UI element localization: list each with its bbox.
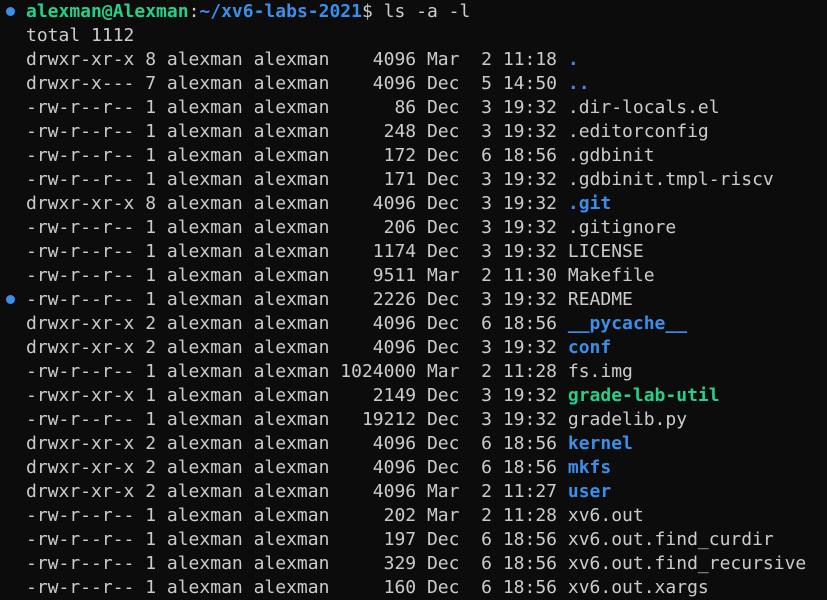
listing-row: drwxr-xr-x 2 alexman alexman 4096 Dec 6 … bbox=[26, 456, 611, 480]
entry-name: LICENSE bbox=[567, 241, 644, 262]
entry-name: user bbox=[567, 481, 612, 502]
prompt-user-host: alexman@Alexman bbox=[26, 1, 189, 22]
entry-name: .gdbinit.tmpl-riscv bbox=[567, 169, 774, 190]
entry-meta: -rw-r--r-- 1 alexman alexman 19212 Dec 3… bbox=[26, 409, 568, 430]
listing-row: -rw-r--r-- 1 alexman alexman 19212 Dec 3… bbox=[26, 408, 687, 432]
entry-name: kernel bbox=[567, 433, 633, 454]
listing-row: -rw-r--r-- 1 alexman alexman 1174 Dec 3 … bbox=[26, 240, 644, 264]
entry-name: .dir-locals.el bbox=[567, 97, 720, 118]
entry-meta: drwxr-x--- 7 alexman alexman 4096 Dec 5 … bbox=[26, 73, 568, 94]
listing-row: -rw-r--r-- 1 alexman alexman 160 Dec 6 1… bbox=[26, 576, 709, 600]
listing-row: -rw-r--r-- 1 alexman alexman 197 Dec 6 1… bbox=[26, 528, 774, 552]
entry-name: . bbox=[567, 49, 579, 70]
entry-name: xv6.out bbox=[567, 505, 644, 526]
entry-meta: -rw-r--r-- 1 alexman alexman 160 Dec 6 1… bbox=[26, 577, 568, 598]
entry-meta: drwxr-xr-x 2 alexman alexman 4096 Dec 6 … bbox=[26, 433, 568, 454]
entry-name: .editorconfig bbox=[567, 121, 709, 142]
entry-meta: -rw-r--r-- 1 alexman alexman 197 Dec 6 1… bbox=[26, 529, 568, 550]
entry-meta: -rw-r--r-- 1 alexman alexman 1024000 Mar… bbox=[26, 361, 568, 382]
command-marker-icon[interactable] bbox=[6, 295, 15, 304]
entry-meta: -rwxr-xr-x 1 alexman alexman 2149 Dec 3 … bbox=[26, 385, 568, 406]
entry-meta: -rw-r--r-- 1 alexman alexman 86 Dec 3 19… bbox=[26, 97, 568, 118]
prompt-line: alexman@Alexman:~/xv6-labs-2021$ ls -a -… bbox=[26, 0, 470, 24]
entry-name: README bbox=[567, 289, 633, 310]
total-line: total 1112 bbox=[26, 25, 135, 46]
listing-row: drwxr-xr-x 2 alexman alexman 4096 Dec 6 … bbox=[26, 312, 687, 336]
prompt-path: ~/xv6-labs-2021 bbox=[199, 1, 362, 22]
entry-name: mkfs bbox=[567, 457, 612, 478]
listing-row: -rwxr-xr-x 1 alexman alexman 2149 Dec 3 … bbox=[26, 384, 720, 408]
command-text: ls -a -l bbox=[383, 1, 471, 22]
listing-row: -rw-r--r-- 1 alexman alexman 1024000 Mar… bbox=[26, 360, 633, 384]
listing-row: -rw-r--r-- 1 alexman alexman 86 Dec 3 19… bbox=[26, 96, 720, 120]
prompt-symbol: $ bbox=[361, 1, 384, 22]
entry-meta: -rw-r--r-- 1 alexman alexman 171 Dec 3 1… bbox=[26, 169, 568, 190]
entry-name: .git bbox=[567, 193, 612, 214]
entry-name: .. bbox=[567, 73, 590, 94]
listing-row: drwxr-x--- 7 alexman alexman 4096 Dec 5 … bbox=[26, 72, 590, 96]
entry-name: grade-lab-util bbox=[567, 385, 720, 406]
entry-name: conf bbox=[567, 337, 612, 358]
entry-meta: -rw-r--r-- 1 alexman alexman 172 Dec 6 1… bbox=[26, 145, 568, 166]
entry-name: xv6.out.find_curdir bbox=[567, 529, 774, 550]
entry-meta: -rw-r--r-- 1 alexman alexman 9511 Mar 2 … bbox=[26, 265, 568, 286]
listing-row: -rw-r--r-- 1 alexman alexman 329 Dec 6 1… bbox=[26, 552, 806, 576]
listing-row: drwxr-xr-x 2 alexman alexman 4096 Dec 6 … bbox=[26, 432, 633, 456]
entry-name: Makefile bbox=[567, 265, 655, 286]
listing-row: -rw-r--r-- 1 alexman alexman 9511 Mar 2 … bbox=[26, 264, 655, 288]
entry-name: xv6.out.find_recursive bbox=[567, 553, 807, 574]
entry-meta: -rw-r--r-- 1 alexman alexman 248 Dec 3 1… bbox=[26, 121, 568, 142]
entry-meta: -rw-r--r-- 1 alexman alexman 329 Dec 6 1… bbox=[26, 553, 568, 574]
entry-name: gradelib.py bbox=[567, 409, 688, 430]
entry-name: xv6.out.xargs bbox=[567, 577, 709, 598]
entry-meta: drwxr-xr-x 8 alexman alexman 4096 Mar 2 … bbox=[26, 49, 568, 70]
listing-row: -rw-r--r-- 1 alexman alexman 172 Dec 6 1… bbox=[26, 144, 655, 168]
entry-meta: drwxr-xr-x 2 alexman alexman 4096 Mar 2 … bbox=[26, 481, 568, 502]
entry-name: .gitignore bbox=[567, 217, 677, 238]
entry-meta: -rw-r--r-- 1 alexman alexman 202 Mar 2 1… bbox=[26, 505, 568, 526]
prompt-colon: : bbox=[188, 1, 200, 22]
entry-meta: -rw-r--r-- 1 alexman alexman 1174 Dec 3 … bbox=[26, 241, 568, 262]
listing-row: -rw-r--r-- 1 alexman alexman 171 Dec 3 1… bbox=[26, 168, 774, 192]
listing-row: drwxr-xr-x 2 alexman alexman 4096 Dec 3 … bbox=[26, 336, 611, 360]
entry-meta: drwxr-xr-x 2 alexman alexman 4096 Dec 6 … bbox=[26, 313, 568, 334]
entry-meta: -rw-r--r-- 1 alexman alexman 2226 Dec 3 … bbox=[26, 289, 568, 310]
command-marker-icon[interactable] bbox=[6, 7, 15, 16]
listing-row: drwxr-xr-x 8 alexman alexman 4096 Mar 2 … bbox=[26, 48, 579, 72]
entry-meta: drwxr-xr-x 2 alexman alexman 4096 Dec 3 … bbox=[26, 337, 568, 358]
entry-name: .gdbinit bbox=[567, 145, 655, 166]
listing-row: -rw-r--r-- 1 alexman alexman 2226 Dec 3 … bbox=[26, 288, 633, 312]
listing-row: -rw-r--r-- 1 alexman alexman 248 Dec 3 1… bbox=[26, 120, 709, 144]
listing-row: -rw-r--r-- 1 alexman alexman 206 Dec 3 1… bbox=[26, 216, 676, 240]
entry-name: __pycache__ bbox=[567, 313, 688, 334]
entry-meta: -rw-r--r-- 1 alexman alexman 206 Dec 3 1… bbox=[26, 217, 568, 238]
entry-meta: drwxr-xr-x 8 alexman alexman 4096 Dec 3 … bbox=[26, 193, 568, 214]
entry-name: fs.img bbox=[567, 361, 633, 382]
listing-row: drwxr-xr-x 8 alexman alexman 4096 Dec 3 … bbox=[26, 192, 611, 216]
listing-row: drwxr-xr-x 2 alexman alexman 4096 Mar 2 … bbox=[26, 480, 611, 504]
listing-row: -rw-r--r-- 1 alexman alexman 202 Mar 2 1… bbox=[26, 504, 644, 528]
terminal-window[interactable]: alexman@Alexman:~/xv6-labs-2021$ ls -a -… bbox=[0, 0, 827, 599]
entry-meta: drwxr-xr-x 2 alexman alexman 4096 Dec 6 … bbox=[26, 457, 568, 478]
